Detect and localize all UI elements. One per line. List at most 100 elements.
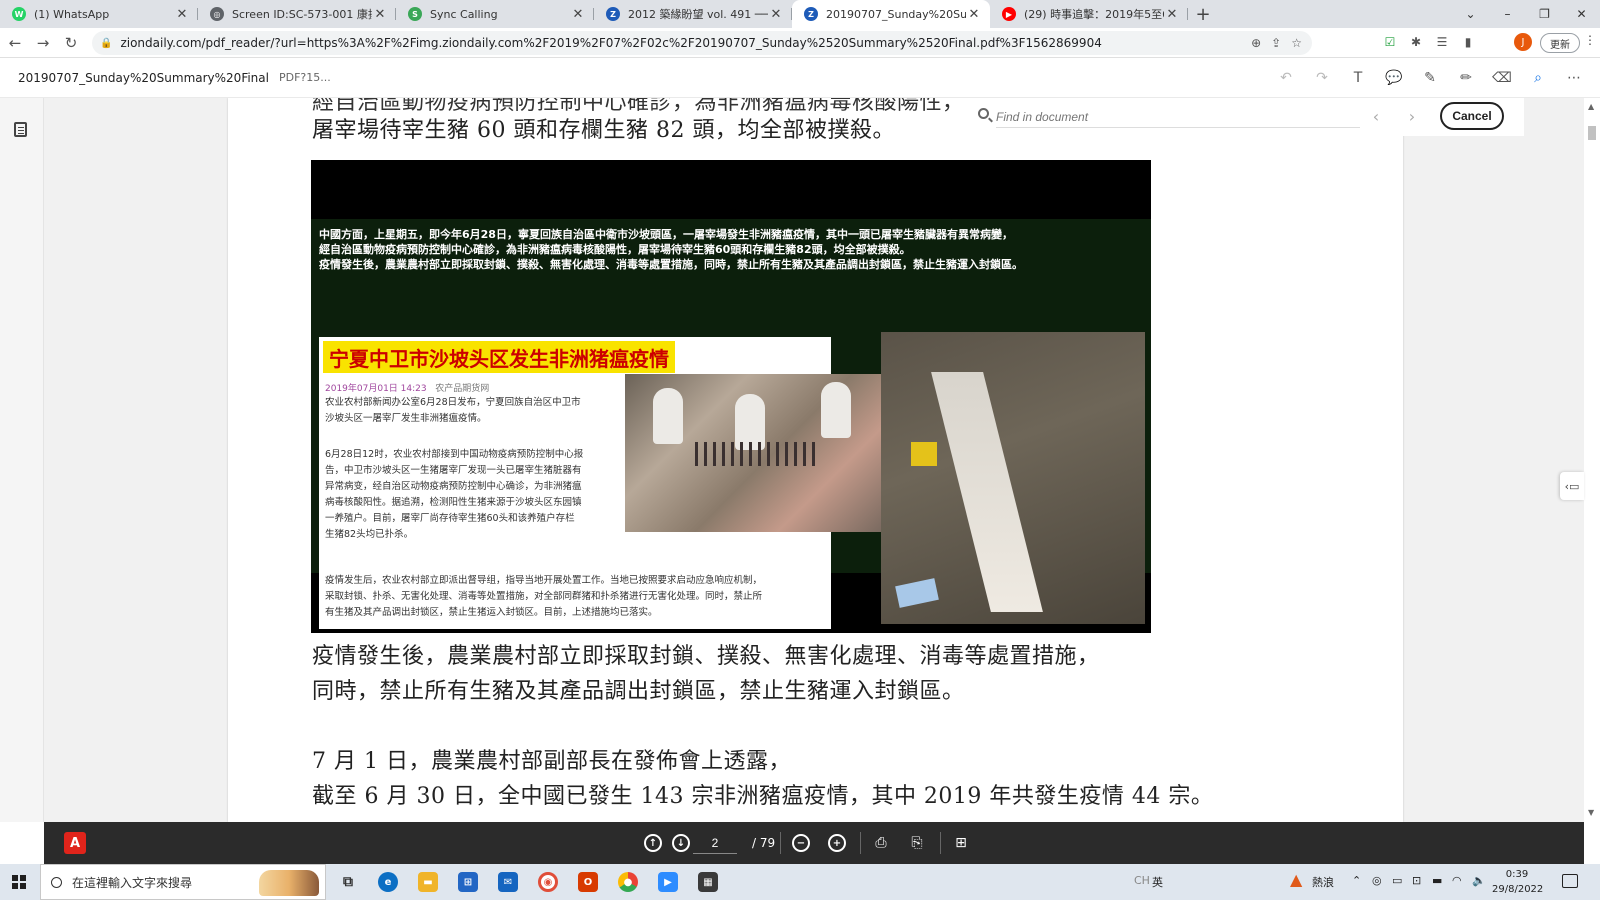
chrome-icon[interactable]: ● [618, 872, 638, 892]
browser-tab[interactable]: Z 2012 築緣盼望 vol. 491 ── 「重✕ [594, 0, 792, 28]
document-viewer[interactable]: 經自治區動物疫病預防控制中心確診，為非洲豬瘟病毒核酸陽性， 屠宰場待宰生豬 60… [44, 98, 1584, 822]
find-next-icon[interactable]: › [1402, 106, 1422, 126]
url-text[interactable]: ziondaily.com/pdf_reader/?url=https%3A%2… [120, 36, 1251, 50]
browser-tab[interactable]: S Sync Calling ✕ [396, 0, 594, 28]
close-window-button[interactable]: ✕ [1563, 0, 1600, 28]
page-navigation-bar: A ↑ ↓ / 79 − + ⎙ ⎘ ⊞ [44, 822, 1584, 864]
page-layout-icon[interactable]: ⊞ [950, 832, 972, 854]
omnibox[interactable]: 🔒 ziondaily.com/pdf_reader/?url=https%3A… [92, 31, 1312, 55]
youtube-icon: ▶ [1002, 7, 1016, 21]
search-icon[interactable]: ⌕ [1522, 66, 1554, 90]
mail-icon[interactable]: ✉ [498, 872, 518, 892]
calculator-icon[interactable]: ▦ [698, 872, 718, 892]
vertical-scrollbar[interactable]: ▲ ▼ [1584, 98, 1600, 822]
redo-icon[interactable]: ↷ [1306, 66, 1338, 90]
share-icon[interactable]: ⇪ [1271, 36, 1281, 50]
weather-text[interactable]: 熱浪 [1312, 874, 1334, 890]
article-paragraph-1: 农业农村部新闻办公室6月28日发布，宁夏回族自治区中卫市 沙坡头区一屠宰厂发生非… [325, 397, 581, 424]
minimize-button[interactable]: – [1489, 0, 1526, 28]
cancel-button[interactable]: Cancel [1440, 102, 1504, 130]
highlight-icon[interactable]: ✎ [1414, 66, 1446, 90]
extensions-puzzle-icon[interactable]: ✱ [1407, 33, 1425, 51]
overlay-line-2: 經自治區動物疫病預防控制中心確診，為非洲豬瘟病毒核酸陽性，屠宰場待宰生豬60頭和… [319, 243, 911, 256]
extension-check-icon[interactable]: ☑ [1381, 33, 1399, 51]
profile-avatar[interactable]: J [1514, 33, 1532, 51]
tray-monitor-icon[interactable]: ▭ [1392, 874, 1402, 887]
find-input[interactable] [996, 106, 1360, 128]
fit-width-icon[interactable]: ⎘ [906, 832, 928, 854]
restore-button[interactable]: ❐ [1526, 0, 1563, 28]
zoom-in-icon[interactable]: + [828, 834, 846, 852]
app-icon[interactable]: ◉ [538, 872, 558, 892]
page-number-input[interactable] [693, 832, 737, 854]
more-options-icon[interactable]: ⋯ [1558, 66, 1590, 90]
tab-label: 20190707_Sunday%20Summa [826, 7, 966, 21]
scroll-up-icon[interactable]: ▲ [1588, 102, 1594, 111]
text-tool-icon[interactable]: T [1342, 66, 1374, 90]
system-clock[interactable]: 0:39 29/8/2022 [1492, 867, 1544, 897]
back-button[interactable]: ← [2, 30, 28, 56]
taskbar-search-box[interactable]: 在這裡輸入文字來搜尋 [40, 864, 326, 900]
battery-icon[interactable]: ▬ [1432, 874, 1442, 887]
tab-search-icon[interactable]: ⌄ [1452, 0, 1489, 28]
browser-tab[interactable]: ▶ (29) 時事追擊：2019年5至6月全✕ [990, 0, 1188, 28]
scroll-thumb[interactable] [1588, 126, 1596, 140]
lock-icon[interactable]: 🔒 [100, 38, 112, 49]
globe-icon: ◎ [210, 7, 224, 21]
task-view-icon[interactable]: ⧉ [338, 872, 358, 892]
doc-paragraph-2b: 同時，禁止所有生豬及其產品調出封鎖區，禁止生豬運入封鎖區。 [312, 679, 965, 704]
notification-center-icon[interactable] [1562, 874, 1578, 888]
clock-date: 29/8/2022 [1492, 884, 1544, 895]
reload-button[interactable]: ↻ [58, 30, 84, 56]
reader-toolbar: 20190707_Sunday%20Summary%20Final PDF?15… [0, 58, 1600, 98]
page-thumbnails-icon[interactable] [14, 122, 27, 137]
volume-icon[interactable]: 🔈 [1472, 874, 1486, 887]
tab-close-icon[interactable]: ✕ [174, 7, 190, 22]
file-explorer-icon[interactable]: ▬ [418, 872, 438, 892]
show-hidden-icons-icon[interactable]: ⌃ [1352, 874, 1361, 887]
update-button[interactable]: 更新 [1540, 33, 1580, 53]
article-source: 农产品期货网 [435, 384, 490, 394]
undo-icon[interactable]: ↶ [1270, 66, 1302, 90]
office-icon[interactable]: O [578, 872, 598, 892]
find-previous-icon[interactable]: ‹ [1366, 106, 1386, 126]
windows-start-icon[interactable] [12, 875, 26, 889]
browser-menu-icon[interactable]: ⋮ [1584, 33, 1596, 47]
side-panel-icon[interactable]: ▮ [1459, 33, 1477, 51]
tray-app-icon[interactable]: ◎ [1372, 874, 1382, 887]
weather-icon[interactable]: ▲ [1290, 870, 1302, 889]
eraser-icon[interactable]: ⌫ [1486, 66, 1518, 90]
browser-tab[interactable]: ◎ Screen ID:SC-573-001 康揚及文✕ [198, 0, 396, 28]
zoom-icon[interactable]: ⊕ [1251, 36, 1261, 50]
windows-taskbar: 在這裡輸入文字來搜尋 ⧉ e ▬ ⊞ ✉ ◉ O ● ▶ ▦ CH 英 ▲ 熱浪… [0, 864, 1600, 900]
tab-close-icon[interactable]: ✕ [372, 7, 388, 22]
tab-close-icon[interactable]: ✕ [1164, 7, 1180, 22]
zoom-out-icon[interactable]: − [792, 834, 810, 852]
overlay-line-1: 中國方面，上星期五，即今年6月28日，寧夏回族自治區中衛市沙坡頭區，一屠宰場發生… [319, 228, 1013, 241]
bookmark-star-icon[interactable]: ☆ [1291, 36, 1302, 50]
browser-tab[interactable]: W (1) WhatsApp ✕ [0, 0, 198, 28]
fit-page-icon[interactable]: ⎙ [870, 832, 892, 854]
comment-icon[interactable]: 💬 [1378, 66, 1410, 90]
tab-close-icon[interactable]: ✕ [966, 7, 982, 22]
forward-button[interactable]: → [30, 30, 56, 56]
comments-panel-toggle-icon[interactable]: ‹▭ [1560, 472, 1584, 500]
next-page-icon[interactable]: ↓ [672, 834, 690, 852]
tray-display-icon[interactable]: ⊡ [1412, 874, 1421, 887]
tab-close-icon[interactable]: ✕ [768, 7, 784, 22]
edge-browser-icon[interactable]: e [378, 872, 398, 892]
scroll-down-icon[interactable]: ▼ [1588, 808, 1594, 817]
new-tab-button[interactable]: + [1188, 0, 1218, 28]
browser-tab-strip: W (1) WhatsApp ✕ ◎ Screen ID:SC-573-001 康揚及文… [0, 0, 1600, 28]
reading-list-icon[interactable]: ☰ [1433, 33, 1451, 51]
store-icon[interactable]: ⊞ [458, 872, 478, 892]
ime-indicator-2[interactable]: 英 [1152, 874, 1163, 890]
draw-icon[interactable]: ✏ [1450, 66, 1482, 90]
zoom-meeting-icon[interactable]: ▶ [658, 872, 678, 892]
ime-indicator-1[interactable]: CH [1134, 874, 1150, 887]
wifi-icon[interactable]: ◠ [1452, 874, 1462, 887]
document-subtitle: PDF?15... [278, 71, 331, 84]
browser-tab[interactable]: Z 20190707_Sunday%20Summa✕ [792, 0, 990, 28]
tab-close-icon[interactable]: ✕ [570, 7, 586, 22]
previous-page-icon[interactable]: ↑ [644, 834, 662, 852]
